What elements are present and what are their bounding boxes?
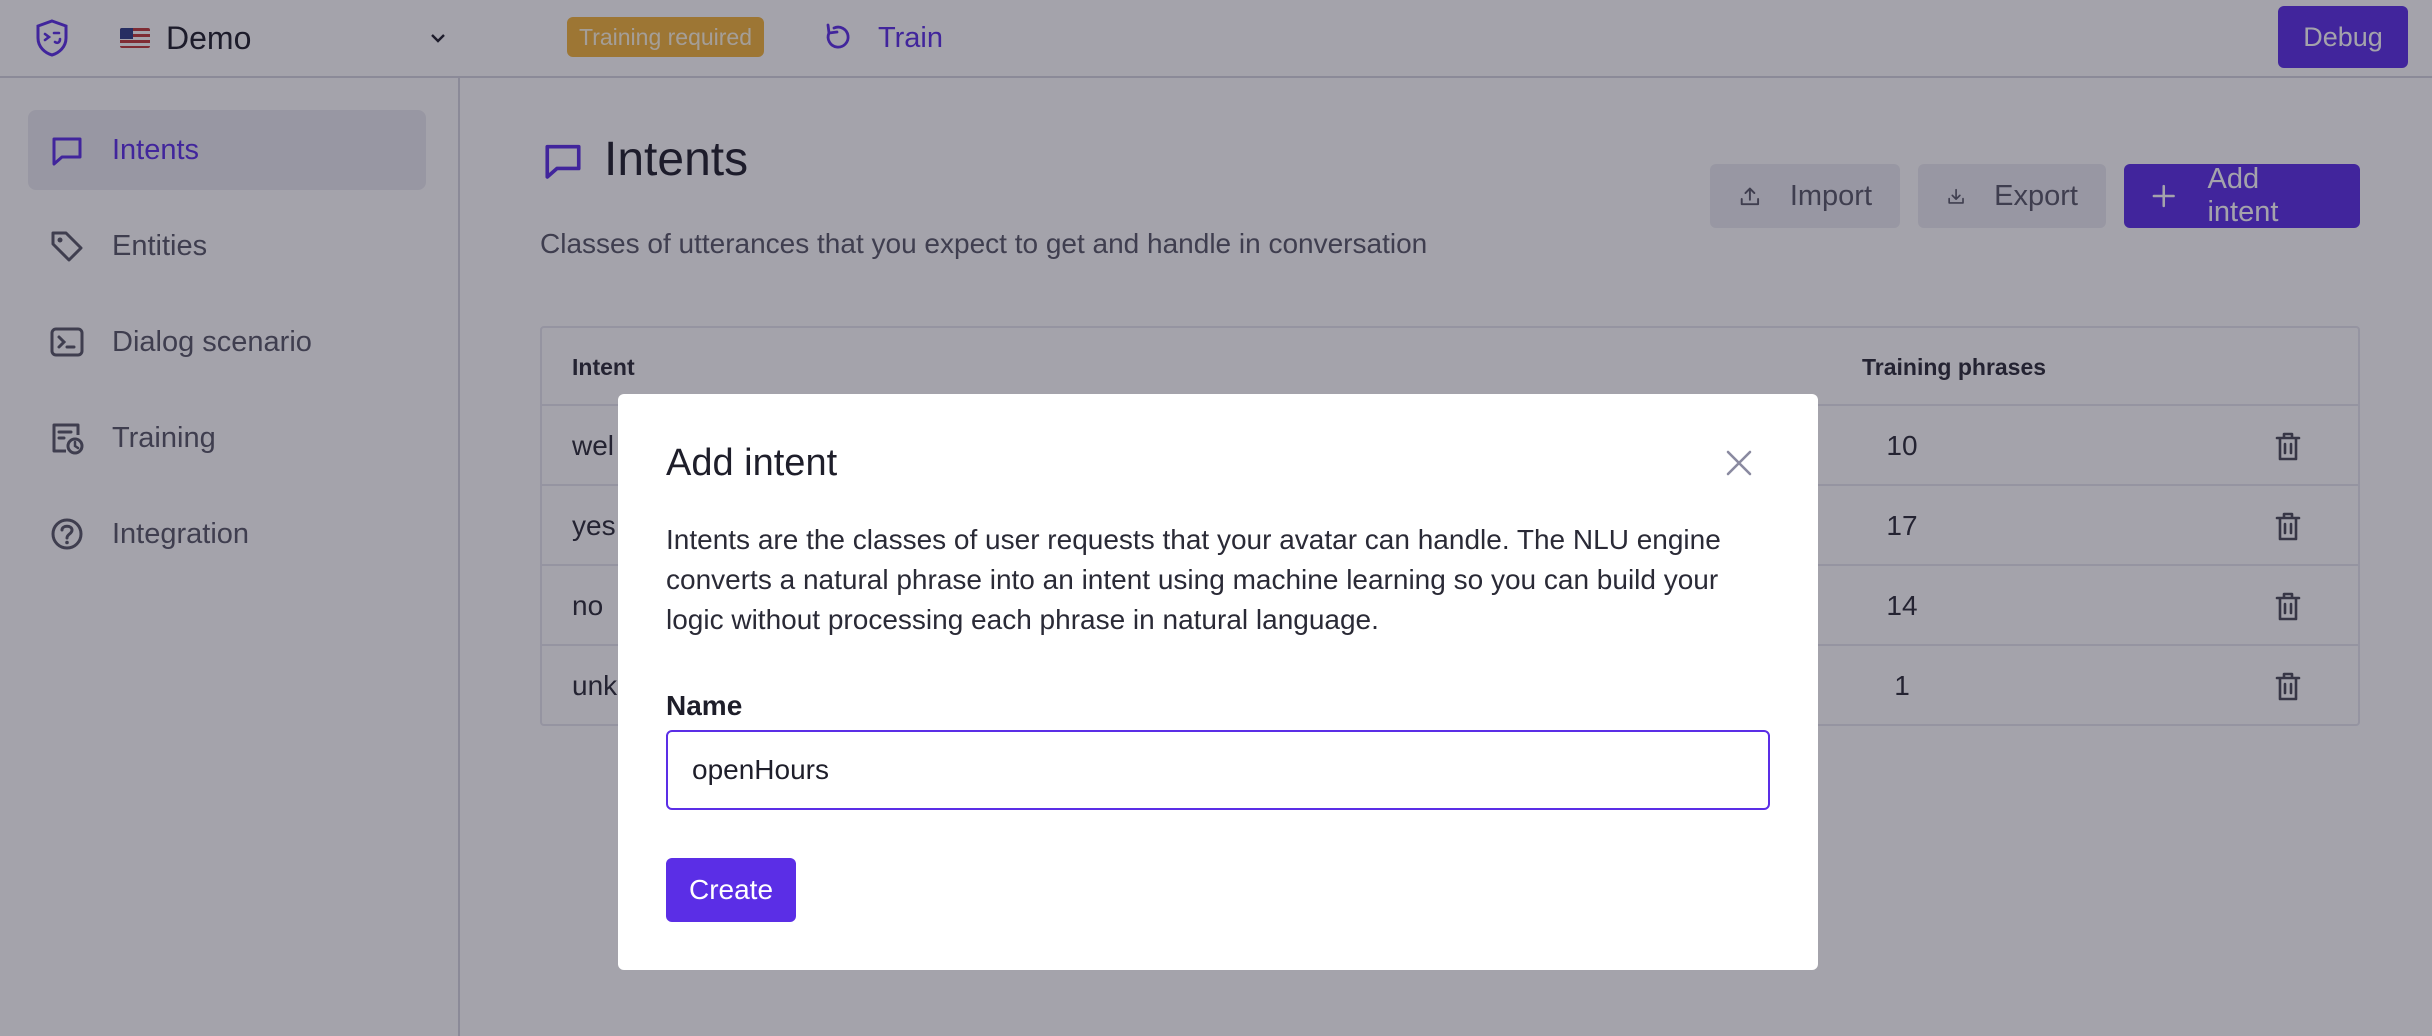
close-icon[interactable]: [1722, 446, 1756, 480]
dialog-description: Intents are the classes of user requests…: [666, 524, 1721, 635]
create-button[interactable]: Create: [666, 858, 796, 922]
dialog-title: Add intent: [666, 442, 838, 484]
name-field-label: Name: [666, 690, 743, 721]
add-intent-dialog: Add intent Intents are the classes of us…: [618, 394, 1818, 970]
intent-name-input[interactable]: [666, 730, 1770, 810]
